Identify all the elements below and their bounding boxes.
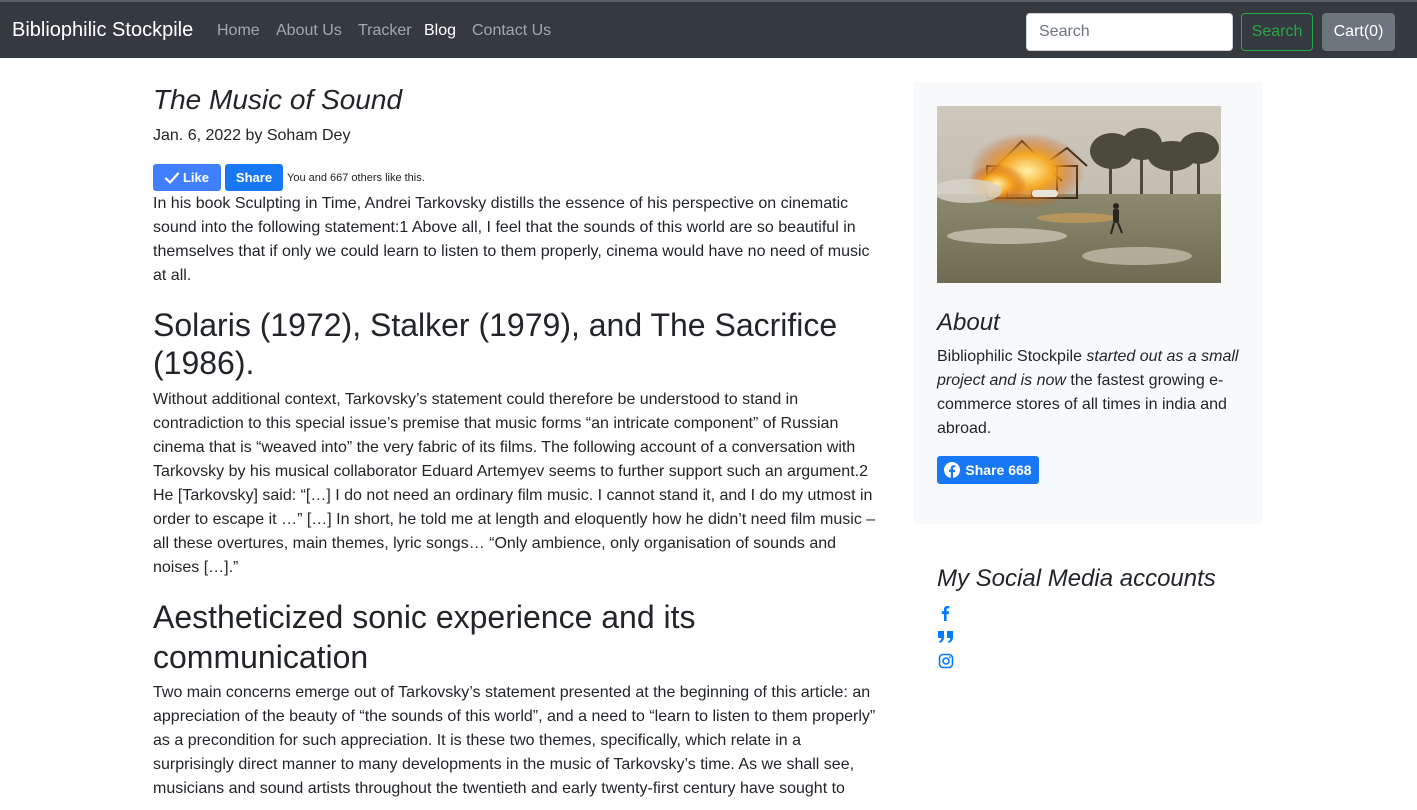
about-heading: About <box>937 309 1000 336</box>
burning-house-image <box>937 106 1221 283</box>
post-meta: Jan. 6, 2022 by Soham Dey <box>153 127 351 144</box>
post-title: The Music of Sound <box>153 84 403 115</box>
section-heading-aesthetics: Aestheticized sonic experience and its c… <box>153 599 696 675</box>
nav-tracker[interactable]: Tracker <box>358 22 412 40</box>
aesthetics-paragraph: Two main concerns emerge out of Tarkovsk… <box>153 684 876 797</box>
intro-paragraph: In his book Sculpting in Time, Andrei Ta… <box>153 195 870 284</box>
facebook-logo-icon <box>944 462 961 478</box>
like-count-text: You and 667 others like this. <box>287 172 425 184</box>
thumbs-up-icon <box>164 171 179 184</box>
like-button[interactable]: Like <box>153 164 221 191</box>
instagram-icon[interactable] <box>937 652 955 670</box>
about-text-brand: Bibliophilic Stockpile <box>937 348 1082 365</box>
nav-contact-us[interactable]: Contact Us <box>472 22 551 40</box>
films-paragraph: Without additional context, Tarkovsky’s … <box>153 391 876 576</box>
nav-blog[interactable]: Blog <box>424 22 456 40</box>
section-heading-films: Solaris (1972), Stalker (1979), and The … <box>153 307 838 381</box>
cart-button[interactable]: Cart(0) <box>1322 13 1395 51</box>
brand-logo[interactable]: Bibliophilic Stockpile <box>12 19 193 42</box>
facebook-share-label: Share 668 <box>965 462 1032 478</box>
search-button[interactable]: Search <box>1241 13 1313 51</box>
search-input[interactable] <box>1026 13 1233 51</box>
social-heading: My Social Media accounts <box>937 565 1216 592</box>
share-button[interactable]: Share <box>225 164 283 191</box>
about-text: Bibliophilic Stockpile started out as a … <box>937 345 1247 441</box>
nav-home[interactable]: Home <box>217 22 260 40</box>
quote-icon[interactable] <box>937 628 955 646</box>
navbar: Bibliophilic Stockpile Home About Us Tra… <box>0 0 1417 58</box>
nav-about-us[interactable]: About Us <box>276 22 342 40</box>
facebook-share-button[interactable]: Share 668 <box>937 456 1039 484</box>
like-label: Like <box>182 170 209 185</box>
facebook-icon[interactable] <box>937 604 955 622</box>
